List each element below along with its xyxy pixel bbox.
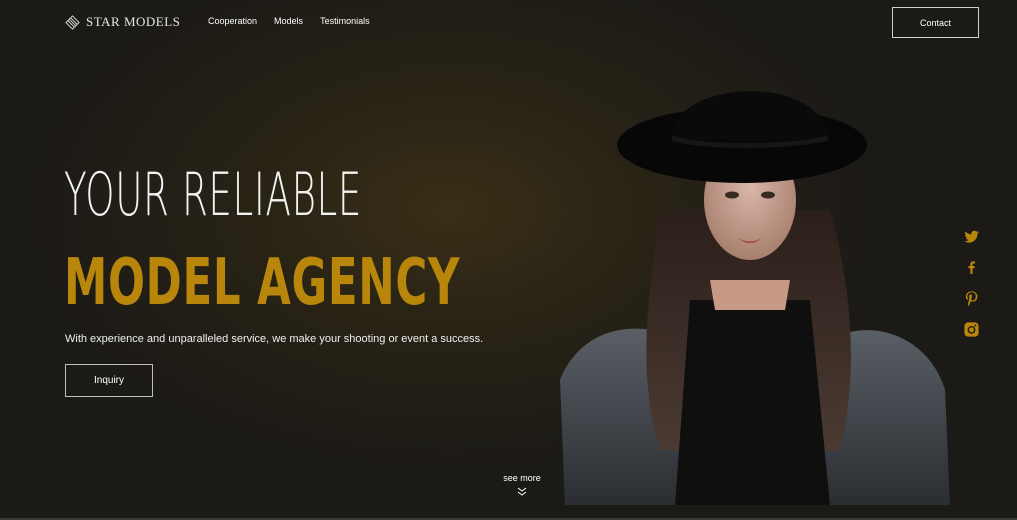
hero-subtitle: With experience and unparalleled service…	[65, 333, 484, 345]
model-photo	[560, 91, 950, 505]
logo-text: STAR MODELS	[86, 14, 181, 29]
twitter-icon[interactable]	[963, 228, 980, 245]
facebook-icon[interactable]	[963, 259, 980, 276]
nav-item-cooperation[interactable]: Cooperation	[208, 16, 257, 26]
logo[interactable]: STAR MODELS	[65, 14, 180, 30]
pinterest-icon[interactable]	[963, 290, 980, 307]
logo-icon	[65, 14, 80, 30]
instagram-icon[interactable]	[963, 321, 980, 338]
main-nav: Cooperation Models Testimonials	[208, 16, 370, 26]
top-header: STAR MODELS Cooperation Models Testimoni…	[0, 0, 1017, 44]
double-chevron-down-icon	[517, 487, 527, 496]
inquiry-button[interactable]: Inquiry	[65, 364, 153, 397]
hero-headline-line2: MODEL AGENCY	[64, 246, 461, 320]
contact-button[interactable]: Contact	[892, 7, 979, 38]
nav-item-testimonials[interactable]: Testimonials	[320, 16, 370, 26]
see-more-label: see more	[503, 473, 541, 483]
nav-item-models[interactable]: Models	[274, 16, 303, 26]
see-more-link[interactable]: see more	[497, 473, 547, 501]
hero-headline-line1: YOUR RELIABLE	[64, 160, 363, 230]
social-links	[961, 228, 981, 338]
